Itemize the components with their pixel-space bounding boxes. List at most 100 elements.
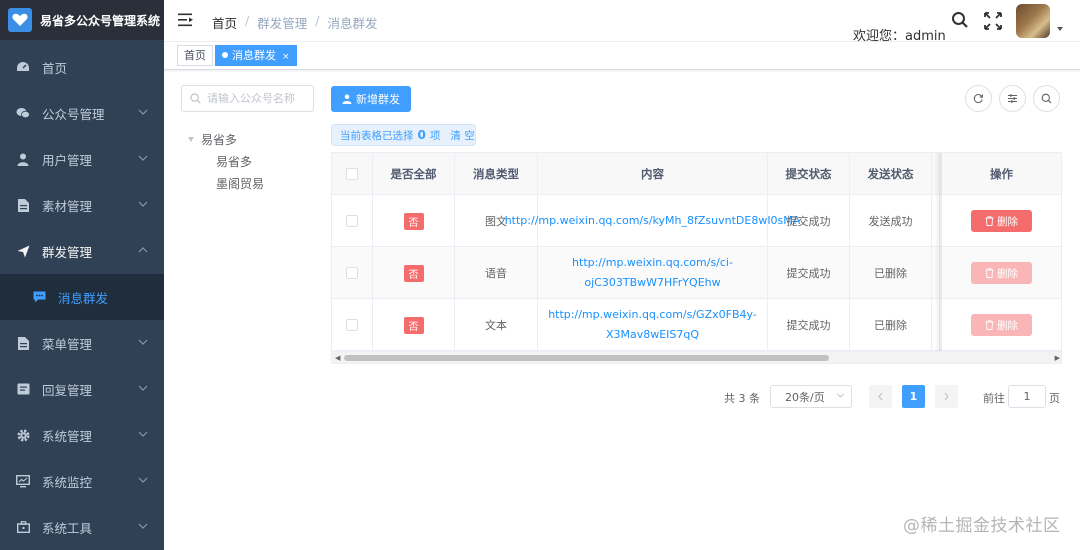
goto-page-input[interactable]: 1	[1008, 385, 1046, 408]
row-checkbox[interactable]	[346, 215, 358, 227]
select-all-cell	[332, 153, 373, 195]
trash-icon	[985, 268, 994, 278]
breadcrumb-separator: /	[245, 13, 250, 28]
prev-page-button[interactable]	[869, 385, 892, 408]
page-size-select[interactable]: 20条/页	[770, 385, 852, 408]
account-search-field[interactable]	[181, 85, 314, 112]
send-status-cell: 已删除	[850, 247, 932, 299]
tree-node[interactable]: 易省多	[216, 153, 252, 170]
tag-message-broadcast[interactable]: 消息群发 ×	[215, 45, 297, 66]
sidebar-item-broadcast[interactable]: 群发管理	[0, 228, 164, 274]
all-cell: 否	[373, 247, 455, 299]
clear-selection-link[interactable]: 清 空	[450, 128, 474, 143]
tree-node[interactable]: 墨阁贸易	[216, 175, 264, 192]
active-dot-icon	[222, 52, 228, 58]
monitor-icon	[16, 474, 30, 488]
search-icon	[190, 93, 201, 104]
selection-count: 0	[417, 128, 426, 142]
account-search-input[interactable]	[207, 92, 307, 105]
breadcrumb-separator: /	[315, 13, 320, 28]
content-link[interactable]: http://mp.weixin.qq.com/s/GZx0FB4y-X3Mav…	[538, 299, 768, 351]
columns-settings-button[interactable]	[999, 85, 1026, 112]
close-icon[interactable]: ×	[282, 52, 290, 62]
actions-cell: 删除	[940, 299, 1061, 351]
fullscreen-icon[interactable]	[984, 12, 1002, 30]
caret-down-icon[interactable]	[1057, 27, 1063, 31]
sidebar-item-label: 用户管理	[42, 152, 93, 168]
toggle-search-button[interactable]	[1033, 85, 1060, 112]
toolbox-icon	[16, 520, 30, 534]
refresh-button[interactable]	[965, 85, 992, 112]
page-unit-label: 页	[1049, 392, 1060, 405]
sidebar: 易省多公众号管理系统 首页 公众号管理 用户管理 素材管理 群发管理 消息群发 …	[0, 0, 164, 550]
scrollbar-thumb[interactable]	[344, 355, 829, 361]
horizontal-scrollbar[interactable]: ◀ ▶	[332, 351, 1061, 363]
search-icon	[1041, 93, 1052, 104]
logo-bar: 易省多公众号管理系统	[0, 0, 164, 40]
table-row: 否 图文 http://mp.weixin.qq.com/s/kyMh_8fZs…	[332, 195, 1061, 247]
chevron-right-icon	[944, 392, 949, 401]
sidebar-item-tools[interactable]: 系统工具	[0, 504, 164, 550]
row-select-cell	[332, 195, 373, 247]
caret-down-icon[interactable]	[188, 137, 194, 142]
type-cell: 语音	[455, 247, 538, 299]
content-link[interactable]: http://mp.weixin.qq.com/s/ci-ojC303TBwW7…	[538, 247, 768, 299]
sidebar-item-accounts[interactable]: 公众号管理	[0, 90, 164, 136]
fixed-column-shadow	[934, 153, 942, 353]
header-send-status: 发送状态	[850, 153, 932, 195]
next-page-button[interactable]	[935, 385, 958, 408]
chevron-down-icon	[138, 431, 148, 437]
sidebar-item-users[interactable]: 用户管理	[0, 136, 164, 182]
delete-label: 删除	[997, 267, 1018, 280]
header-content: 内容	[538, 153, 768, 195]
heart-logo-icon	[8, 8, 32, 32]
sliders-icon	[1008, 94, 1017, 103]
delete-button[interactable]: 删除	[971, 262, 1032, 284]
document-icon	[16, 336, 30, 350]
sidebar-item-label: 系统工具	[42, 520, 93, 536]
goto-label: 前往	[983, 392, 1005, 405]
table-row: 否 语音 http://mp.weixin.qq.com/s/ci-ojC303…	[332, 247, 1061, 299]
header-actions: 操作	[990, 167, 1013, 181]
delete-button[interactable]: 删除	[971, 210, 1032, 232]
select-all-checkbox[interactable]	[346, 168, 358, 180]
chevron-down-icon	[138, 339, 148, 345]
breadcrumb-home[interactable]: 首页	[212, 13, 237, 32]
scroll-left-icon[interactable]: ◀	[335, 354, 340, 362]
selection-alert: 当前表格已选择 0 项 清 空	[331, 124, 476, 146]
trash-icon	[985, 216, 994, 226]
delete-label: 删除	[997, 319, 1018, 332]
page-number-button[interactable]: 1	[902, 385, 925, 408]
sidebar-item-home[interactable]: 首页	[0, 44, 164, 90]
row-checkbox[interactable]	[346, 319, 358, 331]
delete-button[interactable]: 删除	[971, 314, 1032, 336]
breadcrumb-broadcast: 群发管理	[257, 16, 308, 31]
sidebar-item-monitor[interactable]: 系统监控	[0, 458, 164, 504]
content-link[interactable]: http://mp.weixin.qq.com/s/kyMh_8fZsuvntD…	[505, 195, 800, 247]
sidebar-item-replies[interactable]: 回复管理	[0, 366, 164, 412]
chevron-down-icon	[138, 109, 148, 115]
sidebar-item-label: 素材管理	[42, 198, 93, 214]
sidebar-item-menus[interactable]: 菜单管理	[0, 320, 164, 366]
chevron-down-icon	[138, 155, 148, 161]
avatar[interactable]	[1016, 4, 1050, 38]
sidebar-item-system[interactable]: 系统管理	[0, 412, 164, 458]
app-title: 易省多公众号管理系统	[40, 13, 161, 28]
sidebar-item-message-broadcast[interactable]: 消息群发	[0, 274, 164, 320]
submit-status-cell: 提交成功	[768, 299, 850, 351]
add-broadcast-button[interactable]: 新增群发	[331, 86, 411, 112]
hamburger-menu-icon[interactable]	[178, 13, 194, 27]
all-no-tag: 否	[403, 264, 424, 282]
breadcrumb: 首页 / 群发管理 / 消息群发	[212, 13, 377, 32]
row-checkbox[interactable]	[346, 267, 358, 279]
broadcast-table: 是否全部 消息类型 内容 提交状态 发送状态 操作 否 图文 http://mp…	[331, 152, 1062, 364]
sidebar-item-materials[interactable]: 素材管理	[0, 182, 164, 228]
tag-home[interactable]: 首页	[177, 45, 213, 66]
selection-text: 当前表格已选择	[340, 129, 414, 142]
tree-node-root[interactable]: 易省多	[188, 131, 237, 148]
search-icon[interactable]	[951, 11, 969, 29]
scroll-right-icon[interactable]: ▶	[1055, 354, 1060, 362]
chevron-down-icon	[138, 523, 148, 529]
chevron-left-icon	[878, 392, 883, 401]
header-type: 消息类型	[455, 153, 538, 195]
